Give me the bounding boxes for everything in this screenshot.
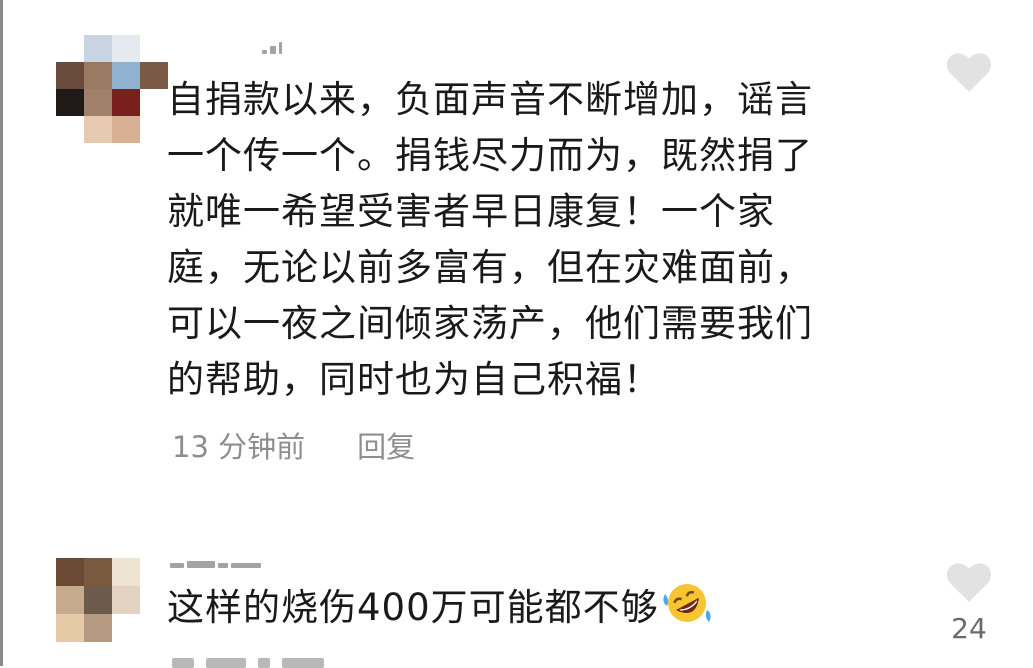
avatar[interactable] (56, 35, 168, 143)
username-redacted[interactable] (170, 556, 261, 568)
like-button[interactable] (944, 48, 994, 98)
comment-meta: 13 分钟前 回复 (172, 424, 415, 466)
like-count: 24 (951, 612, 987, 645)
heart-outline-icon (947, 53, 991, 92)
comment-item: 自捐款以来，负面声音不断增加，谣言 一个传一个。捐钱尽力而为，既然捐了 就唯一希… (0, 0, 1033, 500)
like-button[interactable] (944, 558, 994, 608)
comment-text: 这样的烧伤400万可能都不够 (167, 580, 867, 642)
comment-timestamp: 13 分钟前 (172, 430, 306, 464)
comment-item: 这样的烧伤400万可能都不够 24 (0, 510, 1033, 668)
heart-outline-icon (947, 563, 991, 602)
avatar[interactable] (56, 558, 140, 642)
comment-text: 自捐款以来，负面声音不断增加，谣言 一个传一个。捐钱尽力而为，既然捐了 就唯一希… (167, 78, 813, 401)
reply-button[interactable]: 回复 (357, 424, 415, 466)
comment-text-content: 这样的烧伤400万可能都不够 (167, 586, 659, 629)
comment-meta-cutoff (172, 658, 324, 668)
username-redacted[interactable] (262, 42, 282, 54)
rolling-on-floor-laughing-emoji (661, 580, 713, 642)
